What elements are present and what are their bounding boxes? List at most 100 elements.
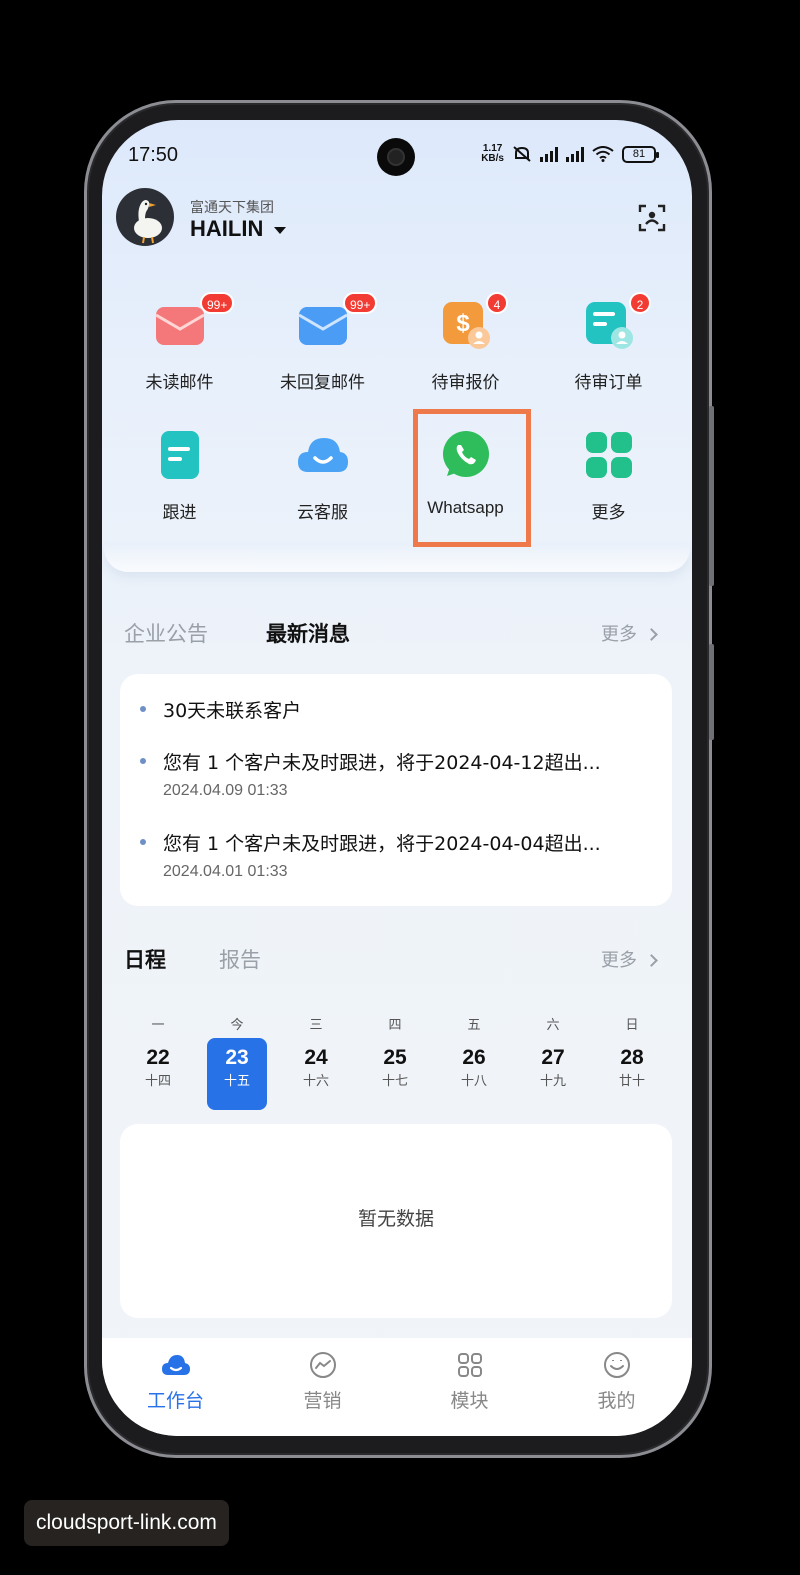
weekday-label: 六 [546, 1018, 560, 1033]
weekday-label: 日 [625, 1018, 639, 1033]
calendar-day-selected[interactable]: 23 十五 [207, 1038, 267, 1110]
news-more-link[interactable]: 更多 [601, 620, 658, 646]
shortcut-label: 待审订单 [574, 373, 643, 393]
schedule-more-link[interactable]: 更多 [601, 946, 658, 972]
lunar-date: 十四 [144, 1074, 171, 1089]
signal-icon-1 [540, 146, 558, 162]
tab-latest-news[interactable]: 最新消息 [266, 618, 350, 648]
status-icons: 1.17 KB/s 81 [481, 144, 659, 164]
chevron-right-icon [645, 628, 658, 641]
front-camera [377, 138, 415, 176]
scan-icon[interactable] [638, 204, 666, 232]
chevron-right-icon [645, 954, 658, 967]
day-number: 26 [462, 1046, 486, 1069]
lunar-date: 十八 [460, 1074, 487, 1089]
bullet-icon [140, 758, 146, 764]
calendar-day[interactable]: 22 十四 [128, 1038, 188, 1110]
company-name: 富通天下集团 [190, 200, 274, 216]
schedule-tabs: 日程 报告 更多 [124, 944, 664, 974]
lunar-date: 十六 [302, 1074, 329, 1089]
nav-workbench[interactable]: 工作台 [102, 1350, 249, 1413]
shortcut-followup[interactable]: 跟进 [108, 428, 251, 548]
mail-icon [298, 307, 348, 345]
shortcut-cloud-service[interactable]: 云客服 [251, 428, 394, 548]
order-icon [586, 302, 633, 349]
grid-icon [586, 432, 632, 478]
lunar-date: 十七 [381, 1074, 408, 1089]
news-item[interactable]: 您有 1 个客户未及时跟进，将于2024-04-12超出... 2024.04.… [140, 748, 650, 808]
cloud-icon [298, 438, 348, 472]
net-speed: 1.17 KB/s [481, 144, 504, 164]
watermark: cloudsport-link.com [24, 1500, 229, 1546]
news-list: 30天未联系客户 您有 1 个客户未及时跟进，将于2024-04-12超出...… [120, 674, 672, 906]
more-label: 更多 [601, 950, 637, 971]
followup-icon [161, 431, 199, 479]
status-time: 17:50 [128, 144, 179, 166]
news-title: 30天未联系客户 [163, 700, 302, 722]
quote-icon: $ [443, 302, 490, 349]
volume-button [709, 406, 714, 586]
news-title: 您有 1 个客户未及时跟进，将于2024-04-12超出... [163, 752, 601, 774]
day-number: 25 [383, 1046, 407, 1069]
nav-label: 我的 [597, 1390, 636, 1412]
profile-icon [603, 1352, 630, 1378]
badge-count: 99+ [200, 292, 235, 314]
shortcut-label: 待审报价 [431, 373, 500, 393]
net-speed-unit: KB/s [481, 153, 504, 164]
shortcut-unread-mail[interactable]: 99+ 未读邮件 [108, 292, 251, 418]
mute-bell-icon [513, 146, 531, 162]
weekday-label: 四 [388, 1018, 402, 1033]
news-item[interactable]: 您有 1 个客户未及时跟进，将于2024-04-04超出... 2024.04.… [140, 829, 650, 889]
badge-count: 2 [629, 292, 651, 314]
nav-marketing[interactable]: 营销 [249, 1350, 396, 1413]
shortcut-more[interactable]: 更多 [537, 428, 680, 548]
weekday-label: 今 [230, 1018, 244, 1033]
tab-announcements[interactable]: 企业公告 [124, 618, 208, 648]
account-switcher[interactable]: HAILIN [190, 216, 263, 242]
highlight-box [413, 409, 531, 547]
cloud-home-icon [161, 1355, 190, 1375]
news-time: 2024.04.09 01:33 [163, 782, 288, 799]
power-button [709, 644, 714, 740]
schedule-empty-state: 暂无数据 [120, 1124, 672, 1318]
empty-text: 暂无数据 [357, 1208, 434, 1230]
calendar-day[interactable]: 25 十七 [365, 1038, 425, 1110]
shortcut-panel [104, 546, 690, 572]
badge-count: 4 [486, 292, 508, 314]
shortcut-pending-quotes[interactable]: $ 4 待审报价 [394, 292, 537, 418]
nav-modules[interactable]: 模块 [396, 1350, 543, 1413]
news-item[interactable]: 30天未联系客户 [140, 696, 650, 726]
nav-profile[interactable]: 我的 [543, 1350, 690, 1413]
signal-icon-2 [566, 146, 584, 162]
calendar-day[interactable]: 28 廿十 [602, 1038, 662, 1110]
shortcut-label: 未读邮件 [145, 373, 214, 393]
weekday-label: 三 [309, 1018, 323, 1033]
news-title: 您有 1 个客户未及时跟进，将于2024-04-04超出... [163, 833, 601, 855]
nav-label: 工作台 [146, 1390, 204, 1412]
shortcut-pending-orders[interactable]: 2 待审订单 [537, 292, 680, 418]
goose-avatar-icon [134, 200, 162, 244]
lunar-date: 十五 [223, 1074, 250, 1089]
day-number: 22 [146, 1046, 170, 1069]
calendar-day[interactable]: 24 十六 [286, 1038, 346, 1110]
tab-report[interactable]: 报告 [219, 944, 261, 974]
shortcut-label: 更多 [591, 503, 626, 523]
avatar[interactable] [116, 188, 174, 246]
more-label: 更多 [601, 624, 637, 645]
day-number: 24 [304, 1046, 328, 1069]
chevron-down-icon[interactable] [274, 227, 286, 234]
marketing-icon [309, 1352, 336, 1378]
lunar-date: 廿十 [618, 1074, 645, 1089]
shortcut-unreplied-mail[interactable]: 99+ 未回复邮件 [251, 292, 394, 418]
phone-screen: 17:50 1.17 KB/s 81 富通天下集团 HAILIN 99+ 未读邮… [102, 120, 692, 1436]
weekday-label: 五 [467, 1018, 481, 1033]
lunar-date: 十九 [539, 1074, 566, 1089]
mail-icon [155, 307, 205, 345]
calendar-day[interactable]: 26 十八 [444, 1038, 504, 1110]
shortcut-label: 云客服 [297, 503, 348, 523]
nav-label: 模块 [450, 1390, 489, 1412]
bottom-nav: 工作台 营销 模块 我的 [102, 1338, 692, 1436]
news-tabs: 企业公告 最新消息 更多 [124, 618, 664, 648]
tab-schedule[interactable]: 日程 [124, 944, 166, 974]
calendar-day[interactable]: 27 十九 [523, 1038, 583, 1110]
